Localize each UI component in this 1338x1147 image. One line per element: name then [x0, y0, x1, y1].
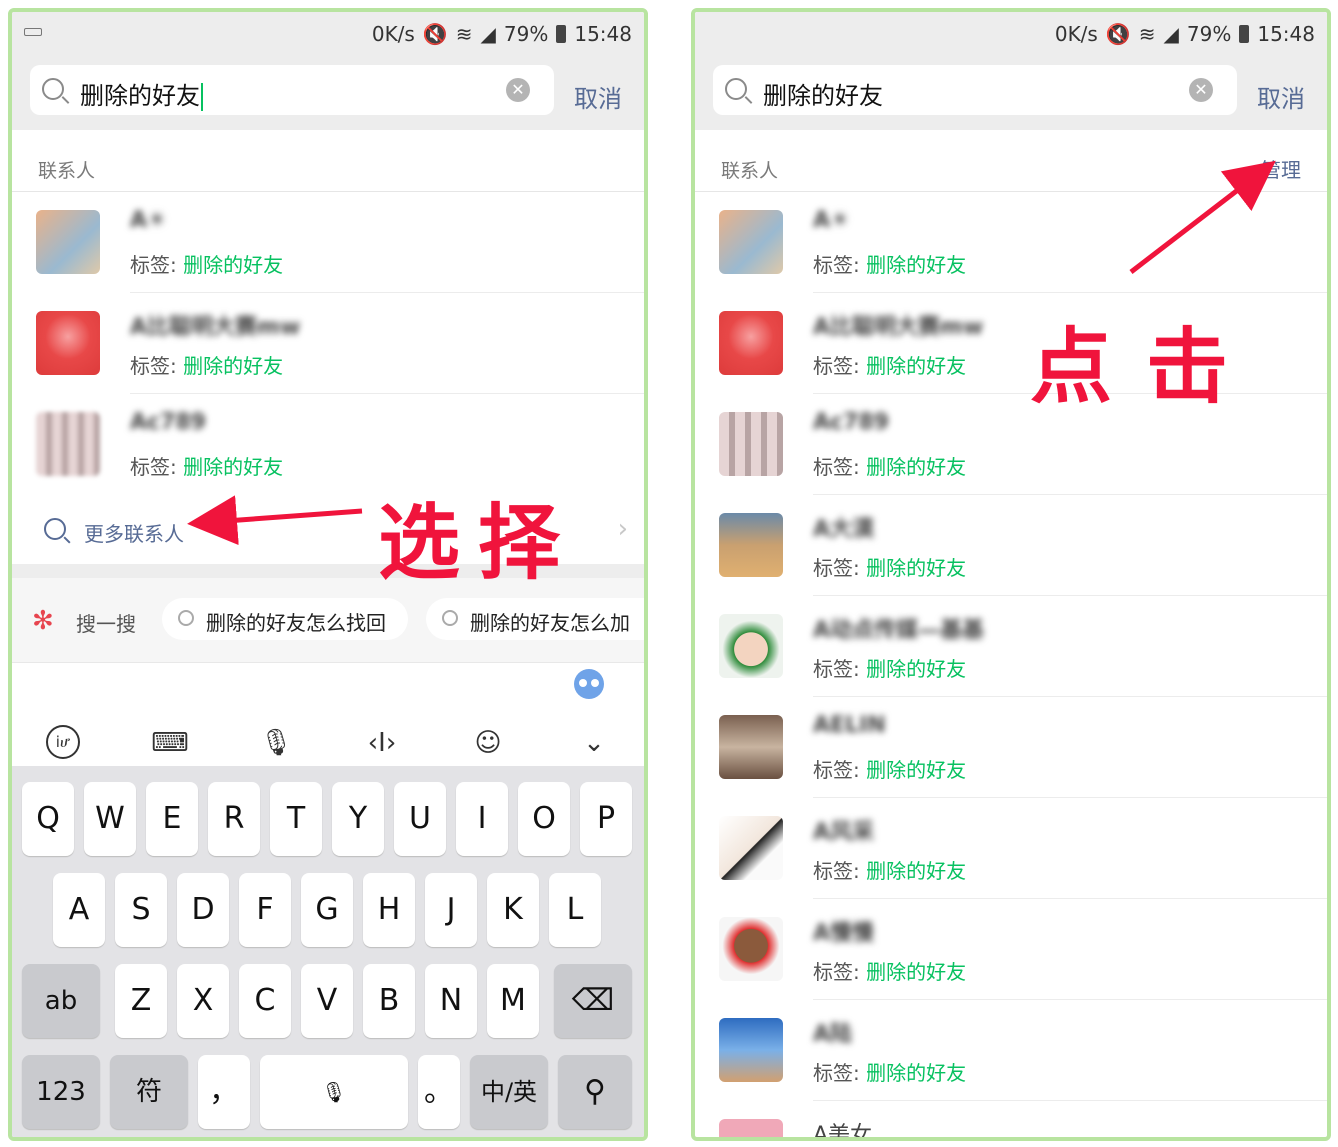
arrow-to-more-contacts [187, 495, 363, 546]
arrow-to-manage [1129, 160, 1276, 274]
annotation-arrows [187, 160, 1276, 546]
